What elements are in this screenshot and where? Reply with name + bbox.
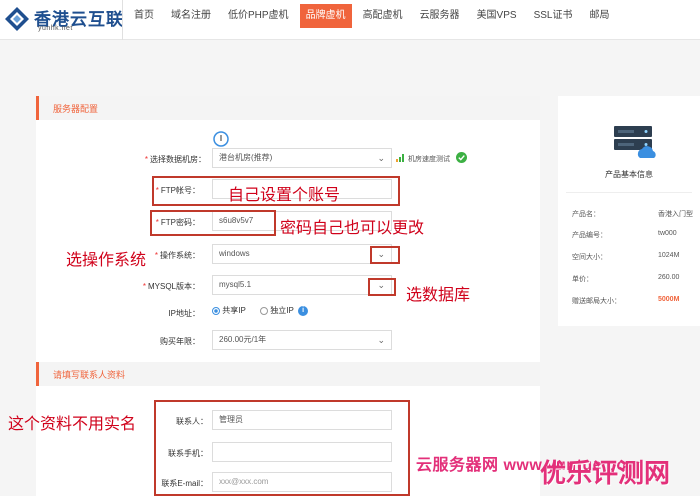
watermark-right: 优乐评测网 — [540, 458, 671, 488]
logo-mark-icon — [5, 7, 29, 31]
mysql-select[interactable]: mysql5.1 ⌄ — [212, 275, 392, 295]
nav-item-cloud[interactable]: 云服务器 — [414, 4, 466, 28]
nav-item-domain[interactable]: 域名注册 — [165, 4, 217, 28]
ftp-password-note: 密码自己也可以更改 — [280, 220, 425, 237]
section-server-config: 服务器配置 — [36, 96, 540, 120]
spec-key: 产品名： — [572, 211, 600, 218]
contact-annotation-box — [154, 400, 410, 496]
signal-bars-icon — [396, 154, 404, 162]
logo-divider — [122, 0, 123, 40]
nav-item-home[interactable]: 首页 — [128, 4, 160, 28]
shared-ip-radio[interactable] — [212, 306, 220, 315]
shared-ip-label: 共享IP — [222, 306, 246, 315]
speed-test-link[interactable]: 机房速度测试 — [408, 154, 450, 164]
nav-item-mail[interactable]: 邮局 — [583, 4, 615, 28]
mysql-note: 选数据库 — [406, 287, 471, 304]
os-annotation-box — [370, 246, 400, 264]
mysql-label: * MYSQL版本： — [142, 282, 200, 291]
dedicated-ip-radio[interactable] — [260, 306, 269, 315]
spec-value-highlight: 5000M — [658, 296, 680, 303]
check-icon — [456, 152, 467, 163]
logo-subtext: yunhk.net — [38, 25, 73, 32]
page: 香港云互联 yunhk.net 首页 域名注册 低价PHP虚机 品牌虚机 高配虚… — [0, 0, 700, 496]
spec-key: 产品编号： — [572, 232, 607, 239]
os-select[interactable]: windows ⌄ — [212, 244, 392, 264]
spec-value: 1024M — [658, 252, 680, 259]
nav-item-high-host[interactable]: 高配虚机 — [357, 4, 409, 28]
spec-key: 赠送邮局大小： — [572, 298, 621, 305]
nav-item-us-vps[interactable]: 美国VPS — [471, 4, 523, 28]
datacenter-select[interactable]: 港台机房(推荐) ⌄ — [212, 148, 392, 168]
cursor-icon — [213, 131, 229, 147]
product-info-panel: 产品基本信息 产品名： 香港入门型 产品编号： tw000 空间大小： 1024… — [558, 96, 700, 326]
ip-label: IP地址： — [168, 309, 200, 318]
dedicated-ip-label: 独立IP — [270, 306, 294, 315]
datacenter-label: * 选择数据机房： — [144, 155, 206, 164]
nav-item-ssl[interactable]: SSL证书 — [528, 4, 579, 28]
ftp-account-note: 自己设置个账号 — [228, 187, 341, 204]
nav-item-brand-host[interactable]: 品牌虚机 — [299, 4, 352, 28]
server-icon — [614, 126, 656, 158]
section-title: 服务器配置 — [53, 104, 99, 114]
product-divider — [566, 192, 692, 193]
section-contact: 请填写联系人资料 — [36, 362, 540, 386]
spec-key: 空间大小： — [572, 254, 607, 261]
nav-item-php-host[interactable]: 低价PHP虚机 — [222, 4, 295, 28]
spec-value: 260.00 — [658, 274, 680, 281]
product-title: 产品基本信息 — [605, 170, 653, 179]
spec-key: 单价： — [572, 276, 593, 283]
years-label: 购买年限： — [160, 337, 200, 346]
os-note: 选操作系统 — [66, 252, 147, 269]
top-header: 香港云互联 yunhk.net 首页 域名注册 低价PHP虚机 品牌虚机 高配虚… — [0, 0, 700, 40]
contact-note: 这个资料不用实名 — [8, 416, 137, 433]
info-icon[interactable]: i — [298, 305, 309, 316]
chevron-down-icon: ⌄ — [377, 153, 385, 163]
main-nav: 首页 域名注册 低价PHP虚机 品牌虚机 高配虚机 云服务器 美国VPS SSL… — [128, 4, 620, 28]
site-logo[interactable]: 香港云互联 yunhk.net — [4, 4, 123, 36]
ip-options: 共享IP 独立IP i — [212, 305, 309, 319]
years-select[interactable]: 260.00元/1年 ⌄ — [212, 330, 392, 350]
spec-value: tw000 — [658, 230, 677, 237]
chevron-down-icon: ⌄ — [377, 335, 385, 345]
section-title: 请填写联系人资料 — [53, 370, 126, 380]
ftp-password-annotation-box — [150, 210, 276, 236]
mysql-annotation-box — [368, 278, 396, 296]
spec-value: 香港入门型 — [658, 211, 693, 218]
